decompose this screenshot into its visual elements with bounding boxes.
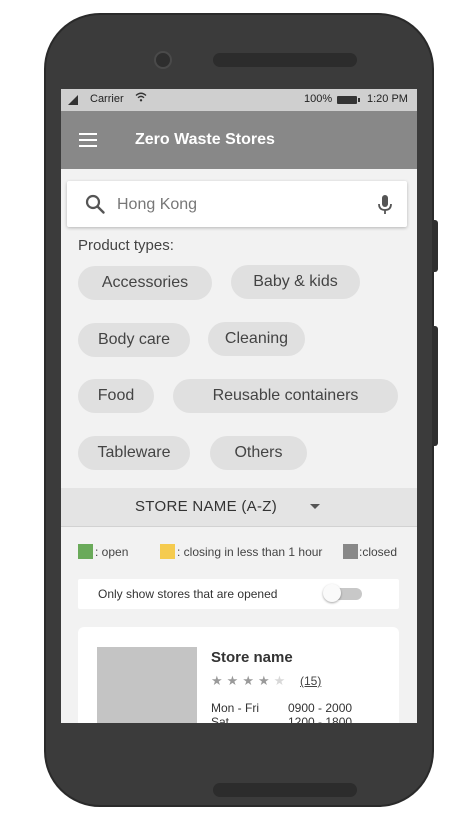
search-bar[interactable] — [67, 181, 407, 227]
chip-baby-kids[interactable]: Baby & kids — [231, 265, 360, 299]
chip-others[interactable]: Others — [210, 436, 307, 470]
hours-time: 1200 - 1800 — [288, 715, 353, 723]
store-name: Store name — [211, 649, 293, 666]
microphone-icon[interactable] — [376, 193, 394, 217]
star-filled-icon: ★ — [242, 673, 258, 688]
chip-food[interactable]: Food — [78, 379, 154, 413]
front-camera — [154, 51, 172, 69]
volume-button — [432, 220, 438, 272]
legend-closing-swatch — [160, 544, 175, 559]
review-count-link[interactable]: (15) — [300, 674, 321, 688]
star-filled-icon: ★ — [257, 673, 274, 688]
open-only-filter: Only show stores that are opened — [78, 579, 399, 609]
sort-dropdown[interactable]: STORE NAME (A-Z) — [61, 488, 417, 527]
chevron-down-icon — [310, 504, 320, 509]
legend-closed-swatch — [343, 544, 358, 559]
bottom-speaker — [213, 783, 357, 797]
product-types-label: Product types: — [78, 237, 174, 254]
battery-percentage: 100% — [304, 93, 333, 105]
sort-label: STORE NAME (A-Z) — [135, 498, 278, 515]
legend-open-label: : open — [95, 545, 129, 559]
star-filled-icon: ★ — [211, 673, 227, 688]
store-card[interactable]: Store name ★★★★★ (15) Mon - Fri 0900 - 2… — [78, 627, 399, 723]
toggle-thumb[interactable] — [323, 584, 341, 602]
hours-time: 0900 - 2000 — [288, 701, 353, 715]
legend-closed-label: :closed — [359, 545, 398, 559]
battery-icon — [337, 96, 360, 104]
power-button — [432, 326, 438, 446]
legend-open-swatch — [78, 544, 93, 559]
store-image-placeholder — [97, 647, 197, 723]
status-bar: Carrier 100% 1:20 PM — [61, 89, 417, 111]
search-input[interactable] — [115, 191, 359, 219]
status-time: 1:20 PM — [367, 93, 408, 105]
chip-accessories[interactable]: Accessories — [78, 266, 212, 300]
star-filled-icon: ★ — [226, 673, 243, 688]
app-title: Zero Waste Stores — [135, 131, 275, 148]
wifi-icon — [135, 92, 147, 105]
app-screen: Carrier 100% 1:20 PM Zero Waste Stores H… — [61, 89, 417, 723]
carrier-label: Carrier — [90, 93, 124, 105]
hours-day: Mon - Fri — [211, 701, 259, 715]
chip-reusable-containers[interactable]: Reusable containers — [173, 379, 398, 413]
chip-cleaning[interactable]: Cleaning — [208, 322, 305, 356]
legend-closing-label: : closing in less than 1 hour — [177, 545, 323, 559]
signal-icon — [68, 95, 78, 105]
hamburger-menu-icon[interactable] — [79, 133, 97, 147]
search-icon[interactable] — [84, 193, 106, 215]
rating-stars: ★★★★★ — [211, 673, 289, 689]
chip-body-care[interactable]: Body care — [78, 323, 190, 357]
earpiece-speaker — [213, 53, 357, 67]
hours-day: Sat — [211, 715, 230, 723]
chip-tableware[interactable]: Tableware — [78, 436, 190, 470]
app-bar: Zero Waste Stores — [61, 111, 417, 169]
open-only-label: Only show stores that are opened — [98, 587, 278, 601]
star-empty-icon: ★ — [273, 673, 290, 688]
